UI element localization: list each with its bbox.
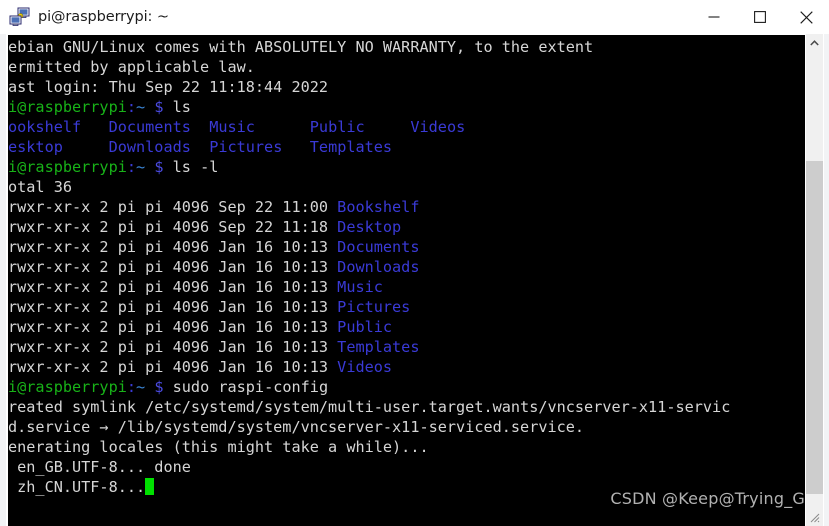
scrollbar-thumb[interactable] (806, 161, 823, 494)
resize-grip-icon (810, 513, 820, 523)
window-title: pi@raspberrypi: ~ (38, 9, 169, 25)
close-button[interactable] (783, 0, 829, 34)
chevron-up-icon (810, 39, 819, 46)
terminal-line: rwxr-xr-x 2 pi pi 4096 Sep 22 11:18 Desk… (8, 218, 402, 236)
terminal-line: i@raspberrypi:~ $ ls (8, 98, 191, 116)
terminal-scrollbar[interactable] (805, 34, 823, 526)
close-icon (799, 10, 813, 24)
terminal-line: ookshelf Documents Music Public Videos (8, 118, 466, 136)
terminal-line: reated symlink /etc/systemd/system/multi… (8, 398, 731, 416)
terminal-line: rwxr-xr-x 2 pi pi 4096 Jan 16 10:13 Down… (8, 258, 420, 276)
minimize-button[interactable] (691, 0, 737, 34)
terminal-line: rwxr-xr-x 2 pi pi 4096 Jan 16 10:13 Pict… (8, 298, 411, 316)
window-controls (691, 0, 829, 34)
terminal-line: i@raspberrypi:~ $ sudo raspi-config (8, 378, 329, 396)
terminal-line: zh_CN.UTF-8... (8, 477, 806, 497)
terminal-cursor (145, 478, 155, 495)
terminal-output: ebian GNU/Linux comes with ABSOLUTELY NO… (8, 37, 806, 497)
terminal-screen[interactable]: ebian GNU/Linux comes with ABSOLUTELY NO… (8, 35, 806, 526)
putty-window: pi@raspberrypi: ~ ebian GNU/Linux comes … (0, 0, 829, 526)
minimize-icon (708, 16, 720, 18)
resize-grip[interactable] (806, 509, 823, 526)
putty-icon (9, 7, 31, 27)
terminal-line: i@raspberrypi:~ $ ls -l (8, 158, 219, 176)
terminal-line: rwxr-xr-x 2 pi pi 4096 Jan 16 10:13 Publ… (8, 318, 393, 336)
terminal-line: en_GB.UTF-8... done (8, 458, 191, 476)
terminal-line: rwxr-xr-x 2 pi pi 4096 Sep 22 11:00 Book… (8, 198, 420, 216)
terminal-line: ermitted by applicable law. (8, 58, 255, 76)
terminal-line: ebian GNU/Linux comes with ABSOLUTELY NO… (8, 38, 594, 56)
scroll-up-button[interactable] (806, 34, 823, 51)
terminal-line: rwxr-xr-x 2 pi pi 4096 Jan 16 10:13 Musi… (8, 278, 383, 296)
terminal-line: ast login: Thu Sep 22 11:18:44 2022 (8, 78, 329, 96)
terminal-area: ebian GNU/Linux comes with ABSOLUTELY NO… (0, 34, 829, 526)
terminal-line: rwxr-xr-x 2 pi pi 4096 Jan 16 10:13 Docu… (8, 238, 420, 256)
terminal-line: esktop Downloads Pictures Templates (8, 138, 393, 156)
terminal-line: rwxr-xr-x 2 pi pi 4096 Jan 16 10:13 Temp… (8, 338, 420, 356)
terminal-line: d.service → /lib/systemd/system/vncserve… (8, 418, 585, 436)
terminal-line: rwxr-xr-x 2 pi pi 4096 Jan 16 10:13 Vide… (8, 358, 393, 376)
terminal-line: otal 36 (8, 178, 73, 196)
maximize-button[interactable] (737, 0, 783, 34)
terminal-line: enerating locales (this might take a whi… (8, 438, 429, 456)
maximize-icon (754, 11, 766, 23)
titlebar[interactable]: pi@raspberrypi: ~ (0, 0, 829, 35)
